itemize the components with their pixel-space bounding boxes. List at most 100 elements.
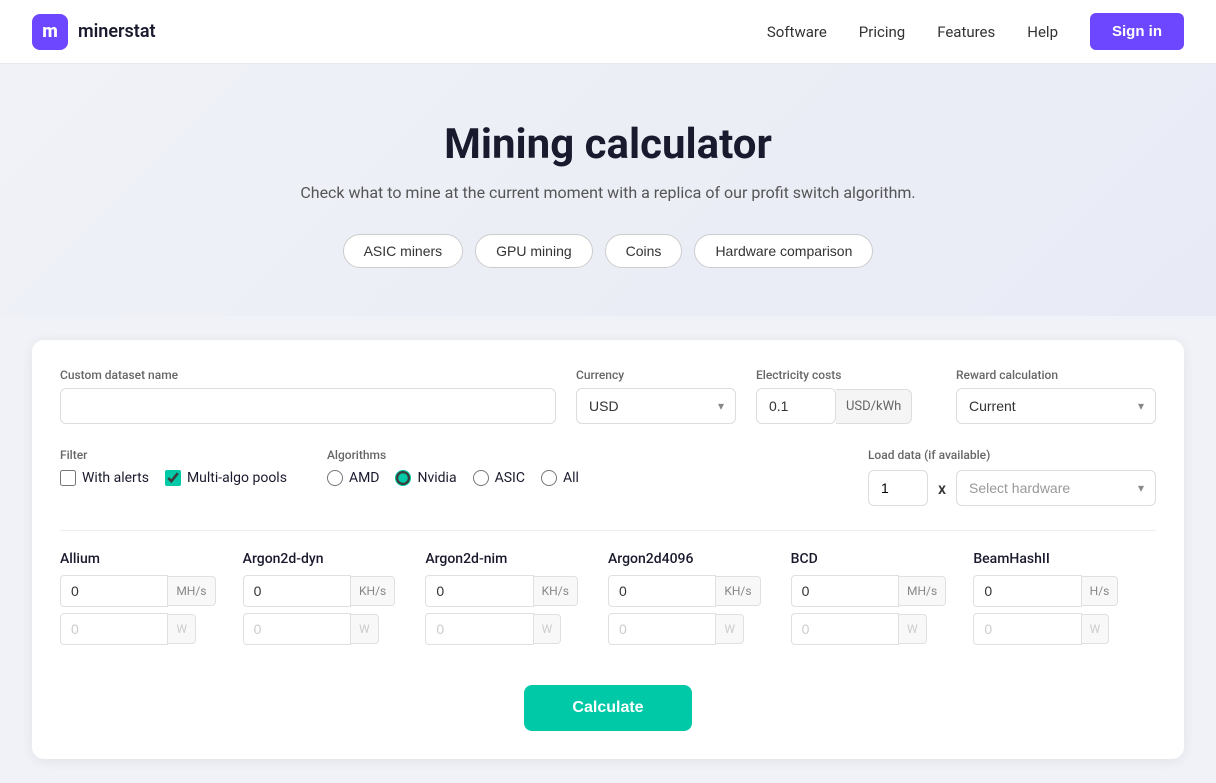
radio-asic[interactable] — [473, 470, 489, 486]
algo-unit-allium: MH/s — [168, 576, 215, 606]
hardware-select[interactable]: Select hardware — [956, 470, 1156, 506]
algo-hashrate-argon2d-nim: KH/s — [425, 575, 592, 607]
algo-cell-argon2d4096: Argon2d4096 KH/s W — [608, 551, 791, 661]
signin-button[interactable]: Sign in — [1090, 13, 1184, 50]
algo-watt-input-argon2d-nim[interactable] — [425, 613, 533, 645]
electricity-input[interactable] — [756, 388, 836, 424]
algo-hashrate-input-allium[interactable] — [60, 575, 168, 607]
algo-watt-argon2d4096: W — [608, 613, 775, 645]
radio-amd[interactable] — [327, 470, 343, 486]
algo-cell-argon2d-nim: Argon2d-nim KH/s W — [425, 551, 608, 661]
tab-coins[interactable]: Coins — [605, 234, 683, 268]
algo-watt-input-beamhashii[interactable] — [973, 613, 1081, 645]
algo-cell-bcd: BCD MH/s W — [791, 551, 974, 661]
tab-asic-miners[interactable]: ASIC miners — [343, 234, 464, 268]
algo-watt-input-argon2d-dyn[interactable] — [243, 613, 351, 645]
calculate-button[interactable]: Calculate — [524, 685, 691, 731]
algo-hashrate-allium: MH/s — [60, 575, 227, 607]
algo-watt-unit-argon2d-nim: W — [534, 614, 562, 644]
electricity-field: Electricity costs USD/kWh — [756, 368, 936, 424]
multiply-sign: x — [938, 479, 946, 498]
currency-select[interactable]: USD EUR BTC ETH — [576, 388, 736, 424]
algo-hashrate-input-argon2d-nim[interactable] — [425, 575, 533, 607]
hero-tabs: ASIC miners GPU mining Coins Hardware co… — [32, 234, 1184, 268]
navbar-links: Software Pricing Features Help Sign in — [767, 13, 1184, 50]
algo-unit-bcd: MH/s — [899, 576, 946, 606]
dataset-input[interactable] — [60, 388, 556, 424]
navbar-brand: m minerstat — [32, 14, 156, 50]
currency-field: Currency USD EUR BTC ETH — [576, 368, 736, 424]
navbar: m minerstat Software Pricing Features He… — [0, 0, 1216, 64]
currency-select-wrapper: USD EUR BTC ETH — [576, 388, 736, 424]
tab-hardware-comparison[interactable]: Hardware comparison — [694, 234, 873, 268]
nav-link-software[interactable]: Software — [767, 23, 827, 41]
filter-section: Filter With alerts Multi-algo pools — [60, 448, 287, 486]
algo-watt-bcd: W — [791, 613, 958, 645]
radio-all[interactable] — [541, 470, 557, 486]
algo-name-argon2d4096: Argon2d4096 — [608, 551, 775, 567]
with-alerts-text: With alerts — [82, 470, 149, 486]
algo-watt-allium: W — [60, 613, 227, 645]
reward-field: Reward calculation Current Average 24h A… — [956, 368, 1156, 424]
multi-algo-checkbox[interactable] — [165, 470, 181, 486]
algo-unit-beamhashii: H/s — [1082, 576, 1119, 606]
filter-controls: With alerts Multi-algo pools — [60, 470, 287, 486]
logo-icon: m — [32, 14, 68, 50]
algo-cell-argon2d-dyn: Argon2d-dyn KH/s W — [243, 551, 426, 661]
radio-nvidia-text: Nvidia — [417, 470, 456, 486]
reward-select-wrapper: Current Average 24h Average 7d — [956, 388, 1156, 424]
algo-name-bcd: BCD — [791, 551, 958, 567]
algo-hashrate-input-beamhashii[interactable] — [973, 575, 1081, 607]
load-data-quantity[interactable] — [868, 470, 928, 506]
tab-gpu-mining[interactable]: GPU mining — [475, 234, 592, 268]
electricity-unit: USD/kWh — [836, 389, 912, 424]
algo-watt-input-argon2d4096[interactable] — [608, 613, 716, 645]
algo-watt-input-bcd[interactable] — [791, 613, 899, 645]
algo-hashrate-input-argon2d-dyn[interactable] — [243, 575, 351, 607]
main-content: Custom dataset name Currency USD EUR BTC… — [0, 316, 1216, 783]
hero-section: Mining calculator Check what to mine at … — [0, 64, 1216, 316]
with-alerts-checkbox[interactable] — [60, 470, 76, 486]
load-data-controls: x Select hardware — [868, 470, 1156, 506]
algo-hashrate-input-bcd[interactable] — [791, 575, 899, 607]
radio-asic-label[interactable]: ASIC — [473, 470, 525, 486]
load-data-section: Load data (if available) x Select hardwa… — [868, 448, 1156, 506]
reward-label: Reward calculation — [956, 368, 1156, 382]
algo-hashrate-argon2d4096: KH/s — [608, 575, 775, 607]
electricity-input-group: USD/kWh — [756, 388, 936, 424]
config-row: Custom dataset name Currency USD EUR BTC… — [60, 368, 1156, 424]
algo-watt-input-allium[interactable] — [60, 613, 168, 645]
algo-hashrate-input-argon2d4096[interactable] — [608, 575, 716, 607]
dataset-field: Custom dataset name — [60, 368, 556, 424]
algo-name-beamhashii: BeamHashII — [973, 551, 1140, 567]
radio-all-label[interactable]: All — [541, 470, 579, 486]
multi-algo-label[interactable]: Multi-algo pools — [165, 470, 287, 486]
nav-link-help[interactable]: Help — [1027, 23, 1058, 41]
radio-all-text: All — [563, 470, 579, 486]
algo-name-allium: Allium — [60, 551, 227, 567]
algo-watt-unit-argon2d4096: W — [716, 614, 744, 644]
reward-select[interactable]: Current Average 24h Average 7d — [956, 388, 1156, 424]
radio-amd-label[interactable]: AMD — [327, 470, 380, 486]
with-alerts-label[interactable]: With alerts — [60, 470, 149, 486]
algo-filter-controls: AMD Nvidia ASIC All — [327, 470, 579, 486]
nav-link-pricing[interactable]: Pricing — [859, 23, 905, 41]
nav-link-features[interactable]: Features — [937, 23, 995, 41]
algo-cell-allium: Allium MH/s W — [60, 551, 243, 661]
algo-hashrate-bcd: MH/s — [791, 575, 958, 607]
electricity-label: Electricity costs — [756, 368, 936, 382]
currency-label: Currency — [576, 368, 736, 382]
algorithms-label: Algorithms — [327, 448, 579, 462]
radio-nvidia-label[interactable]: Nvidia — [395, 470, 456, 486]
algo-name-argon2d-dyn: Argon2d-dyn — [243, 551, 410, 567]
filter-row: Filter With alerts Multi-algo pools Algo… — [60, 448, 1156, 506]
algo-watt-unit-allium: W — [168, 614, 196, 644]
calculate-row: Calculate — [60, 685, 1156, 731]
dataset-label: Custom dataset name — [60, 368, 556, 382]
algo-unit-argon2d4096: KH/s — [716, 576, 760, 606]
algo-hashrate-beamhashii: H/s — [973, 575, 1140, 607]
logo-text: minerstat — [78, 21, 156, 42]
radio-nvidia[interactable] — [395, 470, 411, 486]
filter-label: Filter — [60, 448, 287, 462]
algo-grid: Allium MH/s W Argon2d-dyn KH/s — [60, 530, 1156, 661]
